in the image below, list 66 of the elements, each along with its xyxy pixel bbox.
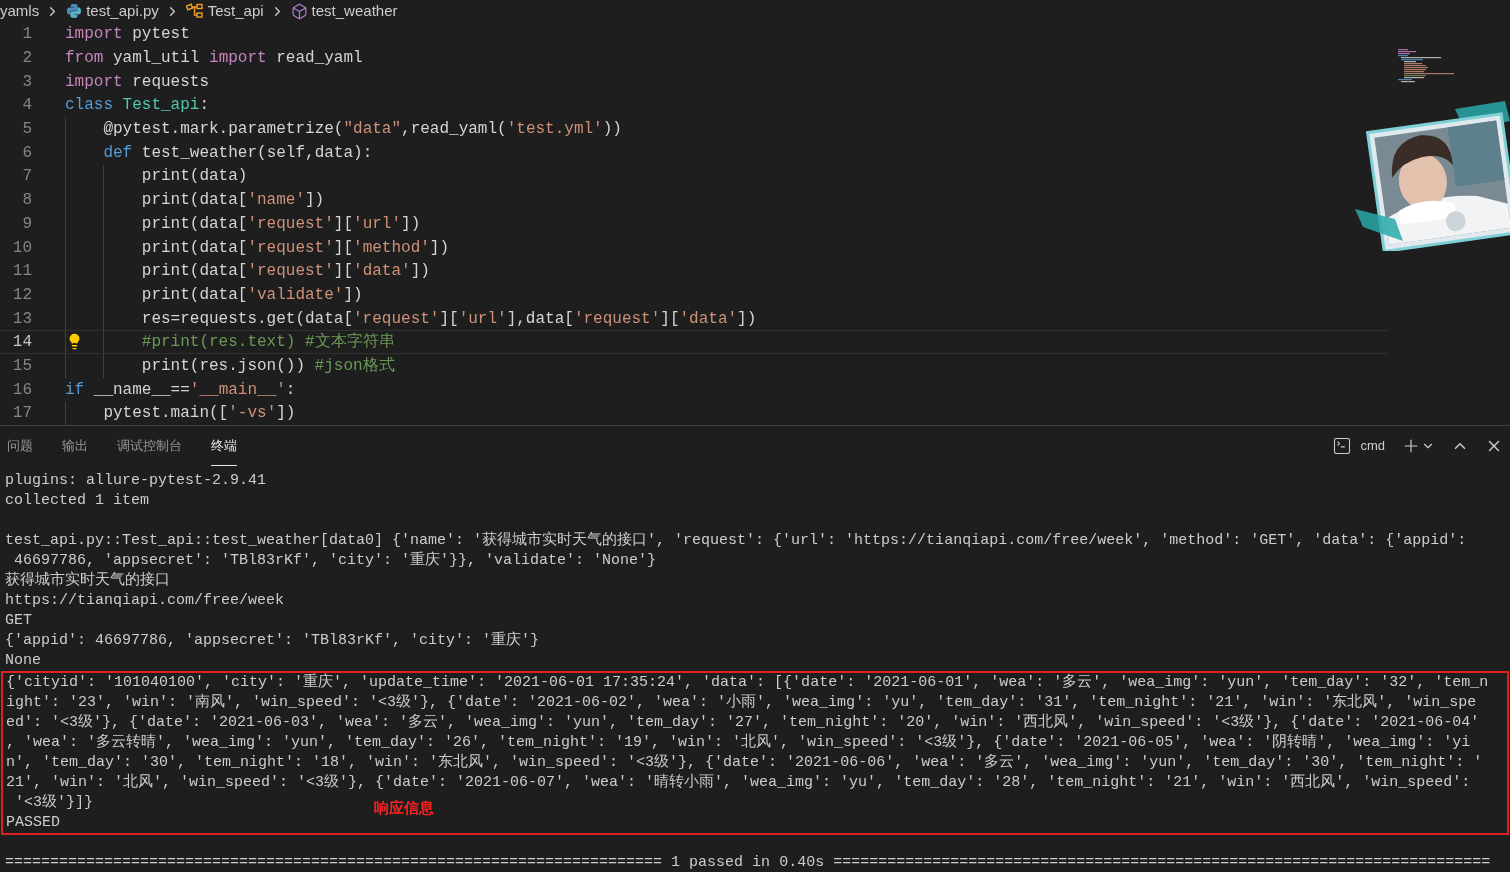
line-number: 1 — [21, 24, 32, 46]
code-line: print(data['request']['method']) — [141, 237, 450, 259]
terminal-line: collected 1 item — [5, 491, 150, 512]
terminal-line: https://tianqiapi.com/free/week — [5, 591, 285, 612]
line-number: 5 — [21, 119, 32, 141]
panel-tab[interactable]: 问题 — [7, 426, 33, 467]
breadcrumb-item[interactable]: yamls — [0, 0, 40, 23]
code-line: print(data['request']['data']) — [141, 261, 430, 283]
line-number: 17 — [11, 403, 32, 425]
panel-tab[interactable]: 输出 — [62, 426, 88, 467]
breadcrumb-item[interactable]: test_weather — [311, 0, 398, 23]
code-line: def test_weather(self,data): — [103, 142, 373, 164]
code-line: class Test_api: — [65, 95, 210, 117]
code-line: print(data['request']['url']) — [141, 213, 421, 235]
breadcrumb-item[interactable]: test_api.py — [86, 0, 159, 23]
shell-name[interactable]: cmd — [1360, 436, 1385, 456]
terminal-line: 46697786, 'appsecret': 'TBl83rKf', 'city': '重庆'}}, 'validate': 'None'} — [13, 551, 657, 571]
code-line: import requests — [65, 71, 210, 93]
line-number: 7 — [21, 166, 32, 188]
line-number: 13 — [11, 308, 32, 330]
terminal-line: {'cityid': '101040100', 'city': '重庆', 'update_time': '2021-06-01 17:35:24', 'data': [{'date': '2021-06-01', 'wea': '多云', 'wea_img': 'yun', 'tem_day': '32', 'tem_n — [6, 673, 1489, 693]
terminal-line: plugins: allure-pytest-2.9.41 — [5, 471, 267, 492]
breadcrumb-item[interactable]: Test_api — [207, 0, 264, 23]
code-line: import pytest — [65, 24, 190, 46]
terminal-line: n', 'tem_day': '30', 'tem_night': '18', 'win': '东北风', 'win_speed': '<3级'}, {'date': '2021-06-06', 'wea': '多云', 'wea_img': 'yun', 'tem_day': '30', 'tem_night': ' — [6, 753, 1483, 773]
code-line: print(data['validate']) — [141, 284, 363, 306]
terminal-line: None — [5, 651, 41, 672]
terminal-line: test_api.py::Test_api::test_weather[data0] {'name': '获得城市实时天气的接口', 'request': {'url': 'https://tianqiapi.com/free/week', 'method': 'GET', 'data': {'appid': — [5, 531, 1467, 551]
code-line: print(data['name']) — [141, 190, 325, 212]
line-number: 10 — [11, 237, 32, 259]
terminal-line: 21', 'win': '北风', 'win_speed': '<3级'}, {'date': '2021-06-07', 'wea': '晴转小雨', 'wea_img': 'yu', 'tem_day': '28', 'tem_night': '21', 'win': '西北风', 'win_speed': — [6, 773, 1471, 794]
line-number: 4 — [21, 95, 32, 117]
panel-tab[interactable]: 调试控制台 — [117, 426, 182, 467]
python-file-icon — [66, 3, 83, 20]
code-line: pytest.main(['-vs']) — [103, 403, 296, 425]
code-line: @pytest.mark.parametrize("data",read_yaml('test.yml')) — [103, 119, 622, 141]
code-line: if __name__=='__main__': — [65, 379, 296, 401]
line-number: 3 — [21, 71, 32, 93]
terminal-line: {'appid': 46697786, 'appsecret': 'TBl83rKf', 'city': '重庆'} — [5, 631, 540, 652]
terminal-line: '<3级'}]} — [14, 793, 93, 814]
code-line: #print(res.text) #文本字符串 — [141, 331, 395, 354]
line-number: 14 — [11, 332, 32, 354]
line-number: 2 — [21, 48, 32, 70]
code-line: print(data) — [141, 166, 248, 188]
line-number: 9 — [21, 213, 32, 235]
line-number: 16 — [11, 379, 32, 401]
annotation-label: 响应信息 — [374, 798, 434, 819]
terminal-line: , 'wea': '多云转晴', 'wea_img': 'yun', 'tem_day': '26', 'tem_night': '19', 'win': '北风', 'win_speed': '<3级'}, {'date': '2021-06-05', 'wea': '阴转晴', 'wea_img': 'yi — [6, 733, 1471, 753]
terminal-line: ight': '23', 'win': '南风', 'win_speed': '<3级'}, {'date': '2021-06-02', 'wea': '小雨', 'wea_img': 'yu', 'tem_day': '31', 'tem_night': '21', 'win': '东北风', 'win_spe — [6, 693, 1477, 713]
code-line: res=requests.get(data['request']['url'],data['request']['data']) — [141, 308, 757, 330]
panel-tab[interactable]: 终端 — [211, 426, 237, 467]
line-number: 6 — [21, 142, 32, 164]
terminal-line: ed': '<3级'}, {'date': '2021-06-03', 'wea': '多云', 'wea_img': 'yun', 'tem_day': '27', 'tem_night': '20', 'win': '西北风', 'win_speed': '<3级'}, {'date': '2021-06-04' — [6, 713, 1480, 733]
method-icon — [290, 2, 308, 20]
line-number: 12 — [11, 284, 32, 306]
terminal-line: ========================================================================= 1 passed in 0.40s ========================================================================= — [4, 853, 1492, 872]
code-line: from yaml_util import read_yaml — [65, 48, 363, 70]
class-icon — [185, 3, 204, 20]
line-number: 11 — [11, 261, 32, 283]
terminal-line: GET — [5, 611, 32, 632]
code-line: print(res.json()) #json格式 — [141, 355, 395, 377]
terminal-line: PASSED — [6, 813, 60, 834]
terminal-line: 获得城市实时天气的接口 — [5, 571, 170, 592]
line-number: 8 — [21, 190, 32, 212]
terminal-icon[interactable] — [1332, 436, 1353, 457]
line-number: 15 — [11, 355, 32, 377]
